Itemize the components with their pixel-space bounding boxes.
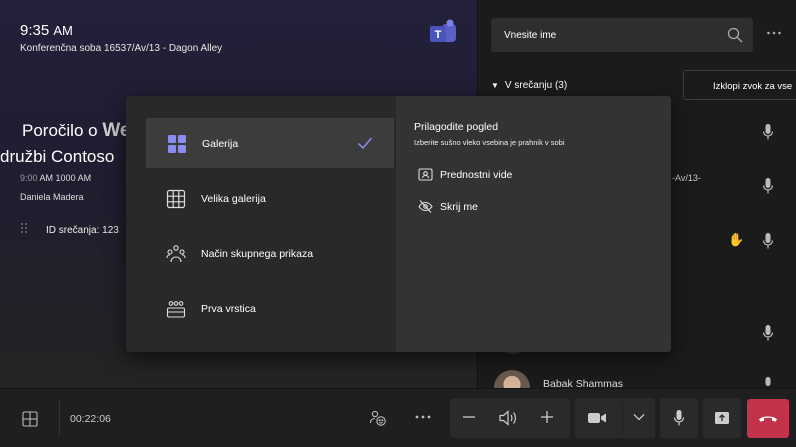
volume-down-icon[interactable]	[462, 410, 476, 424]
focus-on-content-option[interactable]: Prednostni vide	[418, 166, 658, 184]
eye-off-icon	[418, 200, 433, 213]
meeting-time: 9:00 AM 1000 AM	[20, 173, 92, 183]
meeting-title-line2: družbi Contoso	[0, 147, 115, 166]
hang-up-icon	[759, 416, 777, 422]
option-large-gallery[interactable]: Velika galerija	[146, 174, 394, 224]
layout-icon[interactable]	[22, 411, 38, 427]
call-timer: 00:22:06	[70, 413, 111, 425]
dialpad-icon	[21, 223, 27, 233]
chevron-down-icon: ▼	[491, 81, 499, 90]
volume-up-icon[interactable]	[540, 410, 554, 424]
raised-hand-icon: ✋	[728, 232, 745, 247]
participants-icon[interactable]	[369, 409, 387, 427]
chevron-down-icon[interactable]	[633, 413, 645, 421]
svg-text:T: T	[435, 29, 442, 41]
hide-me-option[interactable]: Skrij me	[418, 198, 658, 216]
together-mode-icon	[166, 245, 186, 263]
share-screen-icon	[715, 412, 729, 424]
share-screen-button[interactable]	[703, 398, 741, 438]
search-icon[interactable]	[727, 27, 743, 43]
content-icon	[418, 168, 433, 181]
option-together-mode[interactable]: Način skupnega prikaza	[146, 229, 394, 279]
divider	[622, 402, 623, 434]
front-row-icon	[166, 301, 186, 318]
customize-title: Prilagodite pogled	[414, 121, 499, 133]
layout-menu: Galerija Velika galerija Način skupnega …	[126, 96, 671, 352]
mic-icon[interactable]	[762, 232, 774, 250]
microphone-button[interactable]	[660, 398, 698, 438]
mic-icon[interactable]	[762, 324, 774, 342]
mic-icon[interactable]	[762, 376, 774, 386]
more-options-icon[interactable]	[414, 413, 432, 421]
meeting-title-line1: Poročilo o We	[22, 120, 131, 141]
large-gallery-icon	[166, 189, 186, 209]
search-input[interactable]: Vnesite ime	[491, 18, 753, 52]
layout-options: Galerija Velika galerija Način skupnega …	[126, 96, 396, 352]
customize-view: Prilagodite pogled Izberite sušno vleko …	[396, 96, 671, 352]
option-gallery[interactable]: Galerija	[146, 118, 394, 168]
gallery-icon	[168, 135, 186, 153]
more-options-icon[interactable]	[766, 27, 782, 39]
mic-icon[interactable]	[762, 123, 774, 141]
room-name: Konferenčna soba 16537/Av/13 - Dagon All…	[20, 43, 223, 54]
divider	[59, 400, 60, 436]
in-meeting-section[interactable]: ▼ V srečanju (3)	[491, 80, 567, 91]
microphone-icon	[673, 410, 685, 426]
meeting-organizer: Daniela Madera	[20, 192, 84, 202]
customize-subtitle: Izberite sušno vleko vsebina je prahnik …	[414, 138, 565, 147]
camera-icon[interactable]	[587, 410, 607, 426]
meeting-id: ID srečanja: 123	[46, 225, 119, 236]
teams-logo-icon: T	[430, 19, 456, 42]
speaker-icon	[499, 410, 516, 426]
option-front-row[interactable]: Prva vrstica	[146, 284, 394, 334]
roster-item-fragment: -Av/13-	[672, 173, 701, 183]
mic-icon[interactable]	[762, 177, 774, 195]
checkmark-icon	[357, 137, 373, 150]
mute-all-button[interactable]: Izklopi zvok za vse	[683, 70, 796, 100]
clock: 9:35 AM	[20, 22, 73, 39]
hang-up-button[interactable]	[747, 399, 789, 438]
